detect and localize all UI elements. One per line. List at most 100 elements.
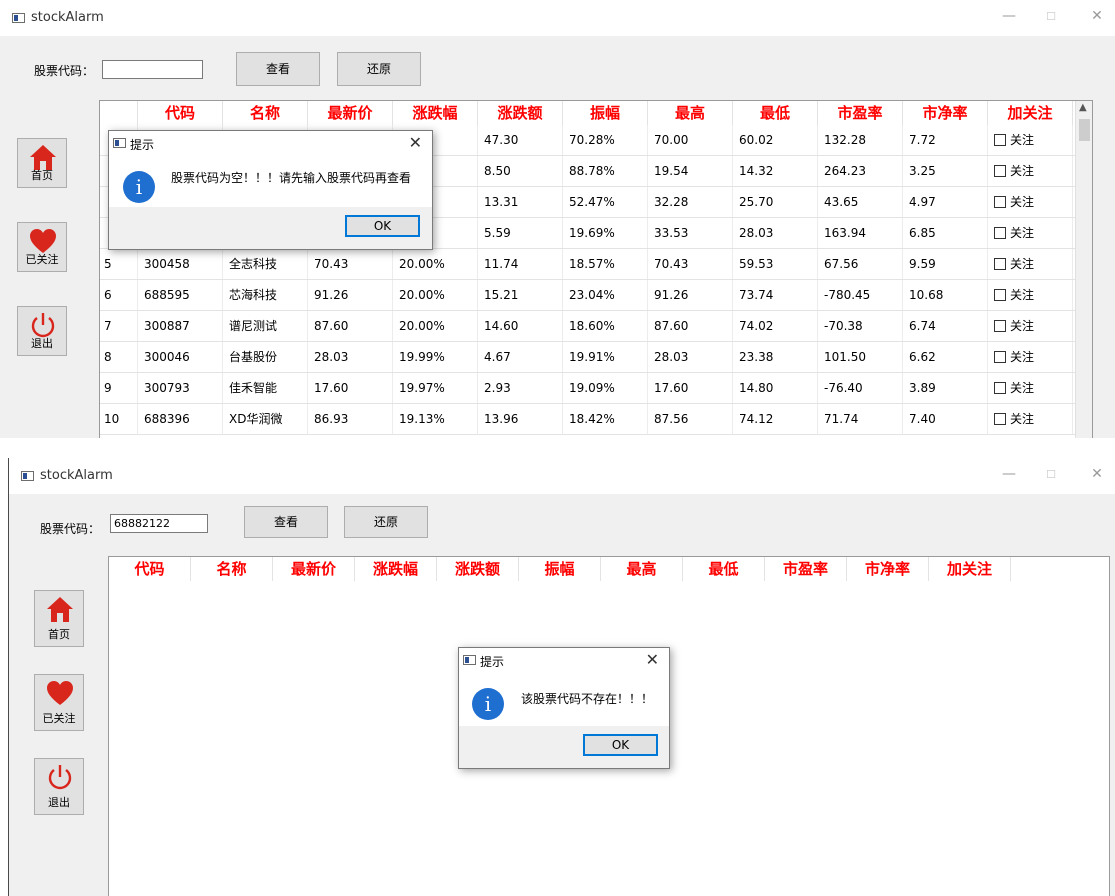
header-follow[interactable]: 加关注 xyxy=(988,101,1073,125)
cell-follow[interactable]: 关注 xyxy=(988,249,1073,279)
cell-follow[interactable]: 关注 xyxy=(988,187,1073,217)
header-change-pct[interactable]: 涨跌幅 xyxy=(355,557,437,581)
invalid-code-dialog: 提示 ✕ i 该股票代码不存在！！！ OK xyxy=(458,647,670,769)
table-row[interactable]: 9 300793 佳禾智能 17.60 19.97% 2.93 19.09% 17.60 14.… xyxy=(100,373,1075,404)
follow-checkbox[interactable] xyxy=(994,227,1006,239)
cell-amp: 19.69% xyxy=(563,218,648,248)
follow-checkbox[interactable] xyxy=(994,382,1006,394)
header-change-amt[interactable]: 涨跌额 xyxy=(478,101,563,125)
cell-follow[interactable]: 关注 xyxy=(988,218,1073,248)
title-bar: stockAlarm — ☐ ✕ xyxy=(9,458,1115,494)
table-row[interactable]: 6 688595 芯海科技 91.26 20.00% 15.21 23.04% 91.26 73… xyxy=(100,280,1075,311)
followed-button[interactable]: 已关注 xyxy=(17,222,67,272)
cell-follow[interactable]: 关注 xyxy=(988,373,1073,403)
header-price[interactable]: 最新价 xyxy=(308,101,393,125)
app-icon xyxy=(21,471,34,481)
header-amplitude[interactable]: 振幅 xyxy=(563,101,648,125)
table-scrollbar[interactable]: ▲ xyxy=(1075,101,1092,438)
home-label: 首页 xyxy=(48,628,70,641)
follow-checkbox[interactable] xyxy=(994,413,1006,425)
home-button[interactable]: 首页 xyxy=(17,138,67,188)
cell-code: 300046 xyxy=(138,342,223,372)
header-amplitude[interactable]: 振幅 xyxy=(519,557,601,581)
dialog-close-icon[interactable]: ✕ xyxy=(646,650,659,669)
header-code[interactable]: 代码 xyxy=(109,557,191,581)
follow-label: 关注 xyxy=(1010,412,1035,426)
header-change-pct[interactable]: 涨跌幅 xyxy=(393,101,478,125)
stock-code-input[interactable] xyxy=(102,60,203,79)
header-low[interactable]: 最低 xyxy=(683,557,765,581)
cell-follow[interactable]: 关注 xyxy=(988,342,1073,372)
header-index xyxy=(100,101,138,125)
follow-checkbox[interactable] xyxy=(994,165,1006,177)
main-window-empty-code: stockAlarm — ☐ ✕ 股票代码： 查看 还原 首页 已关注 退出 代… xyxy=(0,0,1115,438)
scroll-thumb[interactable] xyxy=(1079,119,1090,141)
cell-high: 87.56 xyxy=(648,404,733,434)
header-follow[interactable]: 加关注 xyxy=(929,557,1011,581)
reset-button[interactable]: 还原 xyxy=(344,506,428,538)
maximize-button[interactable]: ☐ xyxy=(1043,468,1059,481)
cell-pe: 43.65 xyxy=(818,187,903,217)
view-button[interactable]: 查看 xyxy=(236,52,320,86)
minimize-button[interactable]: — xyxy=(1001,466,1017,482)
cell-idx: 7 xyxy=(100,311,138,341)
header-high[interactable]: 最高 xyxy=(648,101,733,125)
cell-pct: 20.00% xyxy=(393,249,478,279)
cell-price: 17.60 xyxy=(308,373,393,403)
cell-follow[interactable]: 关注 xyxy=(988,311,1073,341)
cell-follow[interactable]: 关注 xyxy=(988,125,1073,155)
ok-button[interactable]: OK xyxy=(583,734,658,756)
header-code[interactable]: 代码 xyxy=(138,101,223,125)
cell-follow[interactable]: 关注 xyxy=(988,280,1073,310)
follow-label: 关注 xyxy=(1010,164,1035,178)
follow-checkbox[interactable] xyxy=(994,196,1006,208)
header-price[interactable]: 最新价 xyxy=(273,557,355,581)
cell-price: 86.93 xyxy=(308,404,393,434)
scroll-up-icon[interactable]: ▲ xyxy=(1079,102,1087,113)
close-button[interactable]: ✕ xyxy=(1089,466,1105,482)
follow-label: 关注 xyxy=(1010,350,1035,364)
cell-name: 芯海科技 xyxy=(223,280,308,310)
header-change-amt[interactable]: 涨跌额 xyxy=(437,557,519,581)
cell-pb: 3.89 xyxy=(903,373,988,403)
header-high[interactable]: 最高 xyxy=(601,557,683,581)
header-name[interactable]: 名称 xyxy=(191,557,273,581)
stock-code-input[interactable] xyxy=(110,514,208,533)
cell-pb: 10.68 xyxy=(903,280,988,310)
dialog-close-icon[interactable]: ✕ xyxy=(409,133,422,152)
header-low[interactable]: 最低 xyxy=(733,101,818,125)
table-row[interactable]: 8 300046 台基股份 28.03 19.99% 4.67 19.91% 28.03 23.… xyxy=(100,342,1075,373)
cell-name: 佳禾智能 xyxy=(223,373,308,403)
cell-high: 32.28 xyxy=(648,187,733,217)
table-row[interactable]: 7 300887 谱尼测试 87.60 20.00% 14.60 18.60% 87.60 74… xyxy=(100,311,1075,342)
follow-checkbox[interactable] xyxy=(994,134,1006,146)
follow-label: 关注 xyxy=(1010,133,1035,147)
follow-checkbox[interactable] xyxy=(994,351,1006,363)
cell-pe: 101.50 xyxy=(818,342,903,372)
cell-idx: 8 xyxy=(100,342,138,372)
table-row[interactable]: 10 688396 XD华润微 86.93 19.13% 13.96 18.42% 87.56… xyxy=(100,404,1075,435)
maximize-button[interactable]: ☐ xyxy=(1043,10,1059,23)
header-pb[interactable]: 市净率 xyxy=(847,557,929,581)
cell-chg: 47.30 xyxy=(478,125,563,155)
reset-button[interactable]: 还原 xyxy=(337,52,421,86)
follow-checkbox[interactable] xyxy=(994,289,1006,301)
header-name[interactable]: 名称 xyxy=(223,101,308,125)
ok-button[interactable]: OK xyxy=(345,215,420,237)
follow-checkbox[interactable] xyxy=(994,320,1006,332)
cell-follow[interactable]: 关注 xyxy=(988,404,1073,434)
exit-button[interactable]: 退出 xyxy=(34,758,84,815)
header-pe[interactable]: 市盈率 xyxy=(818,101,903,125)
followed-button[interactable]: 已关注 xyxy=(34,674,84,731)
table-row[interactable]: 5 300458 全志科技 70.43 20.00% 11.74 18.57% 70.43 59… xyxy=(100,249,1075,280)
home-button[interactable]: 首页 xyxy=(34,590,84,647)
exit-button[interactable]: 退出 xyxy=(17,306,67,356)
minimize-button[interactable]: — xyxy=(1001,8,1017,24)
header-pe[interactable]: 市盈率 xyxy=(765,557,847,581)
cell-amp: 19.91% xyxy=(563,342,648,372)
cell-follow[interactable]: 关注 xyxy=(988,156,1073,186)
view-button[interactable]: 查看 xyxy=(244,506,328,538)
header-pb[interactable]: 市净率 xyxy=(903,101,988,125)
close-button[interactable]: ✕ xyxy=(1089,8,1105,24)
follow-checkbox[interactable] xyxy=(994,258,1006,270)
